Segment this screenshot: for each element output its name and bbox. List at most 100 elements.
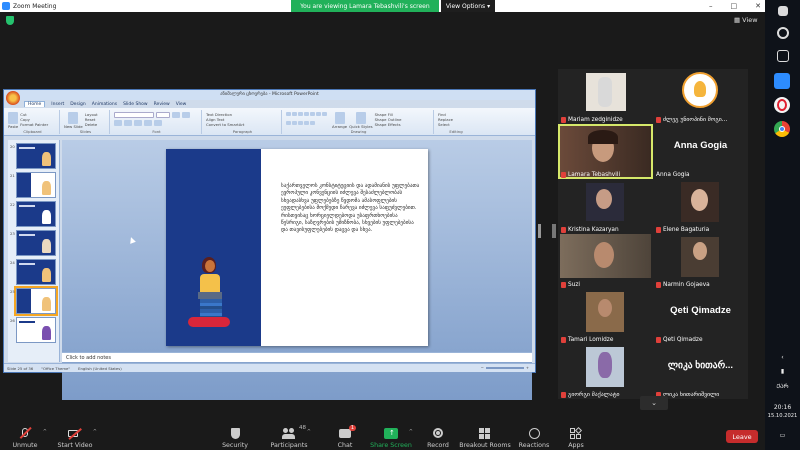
participant-tile[interactable]: ლიკა ხითარ... ლიკა ხითარიშვილი (653, 344, 748, 399)
language-indicator[interactable]: ᲥᲐᲠ (765, 382, 800, 390)
record-button[interactable]: Record (413, 423, 463, 449)
participant-tile-active-speaker[interactable]: Lamara Tebashvili (558, 124, 653, 179)
shield-icon[interactable] (6, 16, 14, 25)
notes-pane: Click to add notes (62, 352, 532, 362)
chat-button[interactable]: 1 Chat (320, 423, 370, 449)
unmute-button[interactable]: Unmute ^ (0, 423, 50, 449)
caret-up-icon[interactable]: ^ (43, 429, 47, 435)
ribbon-group-label: Drawing (350, 129, 367, 134)
participants-button[interactable]: 48 Participants ^ (264, 423, 314, 449)
participant-gallery: Mariam zedginidze ძლეგ უნიოპინი მოგი... … (558, 69, 748, 399)
apps-label: Apps (568, 442, 584, 449)
participant-name: Mariam zedginidze (561, 117, 623, 123)
breakout-rooms-button[interactable]: Breakout Rooms (459, 423, 511, 449)
share-screen-label: Share Screen (370, 442, 412, 449)
quick-styles-icon (355, 112, 366, 124)
split-resize-handle[interactable] (538, 224, 541, 238)
maximize-icon[interactable]: □ (731, 2, 738, 10)
record-label: Record (427, 442, 449, 449)
share-screen-icon: ↑ (384, 428, 398, 439)
participant-name-text: Suzi (568, 282, 581, 288)
slide-thumbnail-pane: 20 21 22 23 24 25 26 (8, 140, 60, 362)
view-button[interactable]: ▦ View (734, 16, 758, 24)
participant-name: Anna Gogia (656, 172, 690, 178)
window-controls: – □ ✕ (709, 0, 761, 12)
chevron-up-icon[interactable]: ‹ (765, 354, 800, 361)
participant-name: Elene Bagaturia (656, 227, 709, 233)
participant-tile[interactable]: Tamari Lomidze (558, 289, 653, 344)
participant-name-text: Anna Gogia (656, 172, 690, 178)
notification-icon[interactable]: ▭ (765, 432, 800, 439)
ribbon-group-label: Clipboard (23, 129, 42, 134)
reactions-label: Reactions (518, 442, 550, 449)
tab-home: Home (24, 101, 46, 107)
gallery-next-page-button[interactable]: ⌄ (640, 396, 668, 410)
security-button[interactable]: Security (210, 423, 260, 449)
participant-tile[interactable]: Suzi (558, 234, 653, 289)
task-view-icon[interactable] (777, 50, 789, 62)
slide-number: 21 (10, 173, 15, 178)
current-slide: საქართველოს კონსტიტუციის და ადამიანის უფ… (166, 149, 428, 346)
participant-tile[interactable]: Elene Bagaturia (653, 179, 748, 234)
caret-up-icon[interactable]: ^ (307, 429, 311, 435)
participant-tile[interactable]: Mariam zedginidze (558, 69, 653, 124)
participant-tile[interactable]: Narmin Gojaeva (653, 234, 748, 289)
mic-muted-icon (18, 426, 32, 439)
participant-display-name: Anna Gogia (673, 140, 728, 151)
mic-muted-icon (656, 227, 661, 233)
participant-tile[interactable]: Qeti Qimadze Qeti Qimadze (653, 289, 748, 344)
slide-number: 20 (10, 144, 15, 149)
slide-number: 24 (10, 260, 15, 265)
windows-start-icon[interactable] (778, 6, 788, 16)
start-video-button[interactable]: Start Video ^ (50, 423, 100, 449)
minimize-icon[interactable]: – (709, 2, 713, 10)
slide-thumbnail: 21 (10, 172, 56, 198)
slide-number: 22 (10, 202, 15, 207)
select-label: Select (438, 122, 450, 127)
ribbon-group-label: Paragraph (232, 129, 253, 134)
ppt-status-bar: Slide 25 of 36 "Office Theme" English (U… (4, 363, 535, 372)
start-video-label: Start Video (57, 442, 93, 449)
close-icon[interactable]: ✕ (755, 2, 761, 10)
apps-button[interactable]: Apps (551, 423, 601, 449)
smiley-icon (527, 428, 541, 439)
chrome-icon[interactable] (774, 121, 790, 137)
leave-button[interactable]: Leave (726, 430, 758, 443)
participant-tile[interactable]: ძლეგ უნიოპინი მოგი... (653, 69, 748, 124)
participant-name: Tamari Lomidze (561, 337, 613, 343)
participant-name: Narmin Gojaeva (656, 282, 710, 288)
chevron-down-icon: ⌄ (651, 399, 657, 407)
caret-up-icon[interactable]: ^ (93, 429, 97, 435)
participant-name-text: Elene Bagaturia (663, 227, 710, 233)
participant-name: Suzi (561, 282, 580, 288)
participant-tile[interactable]: Anna Gogia Anna Gogia (653, 124, 748, 179)
delete-label: Delete (84, 122, 98, 127)
arrange-icon (334, 112, 345, 124)
mic-muted-icon (656, 282, 661, 288)
participant-name-text: Mariam zedginidze (568, 117, 623, 123)
language-status: English (United States) (78, 365, 122, 371)
slide-number: 25 (10, 289, 15, 294)
slide-thumbnail: 20 (10, 143, 56, 169)
ppt-ribbon-tabs: Home Insert Design Animations Slide Show… (24, 100, 186, 108)
view-label: View (742, 16, 758, 24)
participant-tile[interactable]: Kristina Kazaryan (558, 179, 653, 234)
apps-icon (569, 426, 583, 439)
search-icon[interactable] (777, 27, 789, 39)
view-options-button[interactable]: View Options ▾ (441, 0, 495, 12)
gallery-prev-handle[interactable] (552, 224, 556, 238)
clock-date[interactable]: 15.10.2021 (765, 413, 800, 419)
zoom-taskbar-icon[interactable] (774, 73, 790, 89)
network-icon[interactable]: ▮ (765, 368, 800, 375)
participant-name: Qeti Qimadze (656, 337, 703, 343)
participants-icon: 48 (282, 425, 306, 439)
chat-unread-badge: 1 (348, 425, 356, 431)
share-screen-button[interactable]: ↑ Share Screen ^ (366, 423, 416, 449)
clock-time[interactable]: 20:16 (765, 404, 800, 411)
participant-display-name: Qeti Qimadze (670, 305, 731, 316)
participant-tile[interactable]: გიორგი მაქალატი (558, 344, 653, 399)
participant-name: Lamara Tebashvili (561, 172, 620, 178)
tab-review: Review (153, 101, 170, 107)
format-painter-label: Format Painter (20, 122, 49, 127)
opera-icon[interactable] (774, 97, 790, 113)
